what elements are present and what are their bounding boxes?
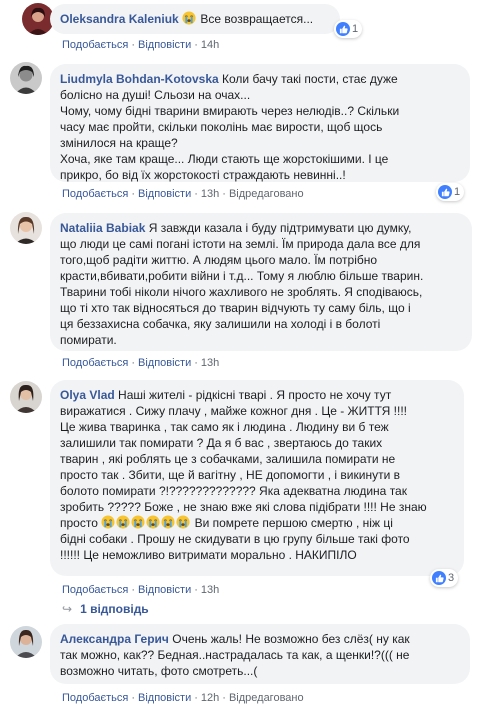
timestamp[interactable]: 14h	[201, 39, 219, 51]
like-reaction-icon	[438, 185, 452, 199]
reaction-count[interactable]: 3	[430, 569, 459, 587]
timestamp[interactable]: 12h	[201, 692, 219, 704]
comment-actions: Подобається · Відповісти · 12h · Відредаговано	[62, 692, 304, 704]
like-reaction-icon	[432, 571, 446, 585]
comment-bubble: Oleksandra Kaleniuk Все возвращается...	[50, 4, 340, 34]
crying-emoji-icon	[131, 515, 145, 529]
comment-actions: Подобається · Відповісти · 14h	[62, 39, 220, 51]
timestamp[interactable]: 13h	[201, 188, 219, 200]
like-link[interactable]: Подобається	[62, 39, 128, 51]
comment-bubble: Liudmyla Bohdan-Kotovska Коли бачу такі …	[50, 64, 470, 182]
crying-emoji-icon	[101, 515, 115, 529]
reply-arrow-icon: ↪	[62, 602, 73, 616]
comment-bubble: Nataliia Babiak Я завжди казала і буду п…	[50, 213, 472, 351]
comment-actions: Подобається · Відповісти · 13h	[62, 357, 220, 369]
reply-link[interactable]: Відповісти	[138, 357, 191, 369]
comment-author[interactable]: Olya Vlad	[60, 388, 115, 402]
crying-emoji-icon	[176, 515, 190, 529]
reaction-count[interactable]: 1	[436, 183, 465, 201]
reply-link[interactable]: Відповісти	[138, 39, 191, 51]
like-link[interactable]: Подобається	[62, 357, 128, 369]
comment-bubble: Olya Vlad Наші жителі - рідкісні тварі .…	[50, 380, 464, 576]
view-replies-link[interactable]: ↪ 1 відповідь	[62, 602, 149, 616]
comment-author[interactable]: Nataliia Babiak	[60, 221, 145, 235]
crying-emoji-icon	[146, 515, 160, 529]
comment-bubble: Александра Герич Очень жаль! Не возможно…	[50, 624, 470, 684]
like-link[interactable]: Подобається	[62, 692, 128, 704]
comment-actions: Подобається · Відповісти · 13h · Відредаговано	[62, 188, 304, 200]
like-link[interactable]: Подобається	[62, 584, 128, 596]
reply-link[interactable]: Відповісти	[138, 692, 191, 704]
crying-emoji-icon	[116, 515, 130, 529]
avatar[interactable]	[10, 62, 42, 94]
reaction-count[interactable]: 1	[334, 20, 363, 38]
crying-emoji-icon	[161, 515, 175, 529]
like-reaction-icon	[336, 22, 350, 36]
comment-actions: Подобається · Відповісти · 13h	[62, 584, 220, 596]
reply-link[interactable]: Відповісти	[138, 188, 191, 200]
timestamp[interactable]: 13h	[201, 584, 219, 596]
comment-author[interactable]: Liudmyla Bohdan-Kotovska	[60, 72, 219, 86]
avatar[interactable]	[10, 626, 42, 658]
crying-emoji-icon	[182, 11, 196, 25]
avatar[interactable]	[10, 212, 42, 244]
reply-link[interactable]: Відповісти	[138, 584, 191, 596]
avatar[interactable]	[10, 381, 42, 413]
timestamp[interactable]: 13h	[201, 357, 219, 369]
edited-label[interactable]: Відредаговано	[229, 692, 304, 704]
comment-author[interactable]: Александра Герич	[60, 632, 169, 646]
comment-text: Все возвращается...	[200, 12, 314, 26]
like-link[interactable]: Подобається	[62, 188, 128, 200]
comment-author[interactable]: Oleksandra Kaleniuk	[60, 12, 179, 26]
edited-label[interactable]: Відредаговано	[229, 188, 304, 200]
